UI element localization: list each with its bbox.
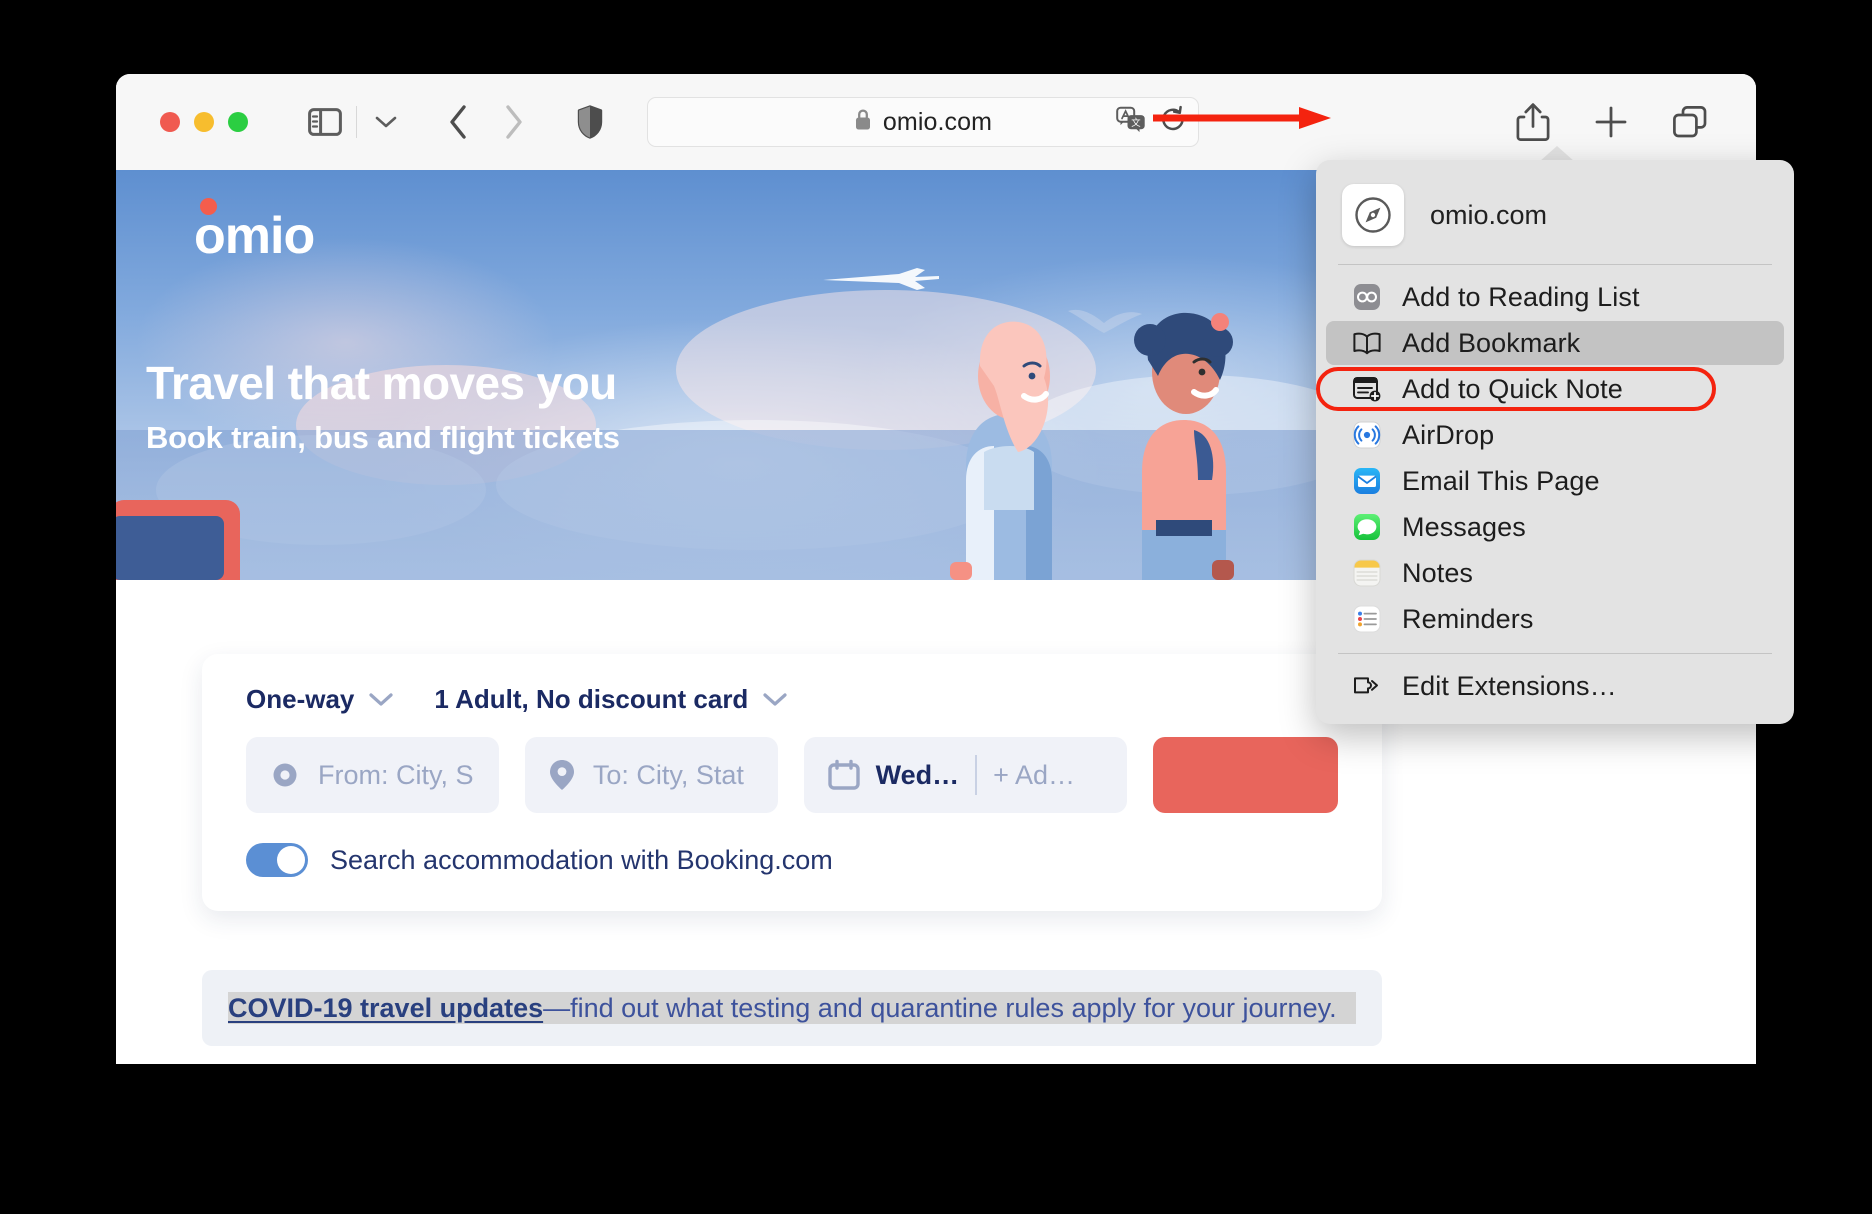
share-menu-separator-bottom [1338, 653, 1772, 654]
quick-note-icon [1352, 374, 1382, 404]
reading-glasses-icon [1352, 282, 1382, 312]
calendar-icon [827, 759, 860, 790]
covid-banner: COVID-19 travel updates—find out what te… [202, 970, 1382, 1047]
hero-copy: Travel that moves you Book train, bus an… [146, 357, 620, 456]
minimize-button[interactable] [194, 112, 214, 132]
accommodation-toggle[interactable] [246, 843, 308, 877]
accommodation-row: Search accommodation with Booking.com [246, 843, 1338, 877]
close-button[interactable] [160, 112, 180, 132]
share-menu-item-label: Reminders [1402, 603, 1534, 634]
safari-compass-icon [1342, 184, 1404, 246]
hero-headline: Travel that moves you [146, 357, 617, 409]
share-menu-item-edit-extensions[interactable]: Edit Extensions… [1326, 664, 1784, 708]
from-field[interactable]: From: City, S [246, 737, 499, 813]
extension-puzzle-icon [1352, 671, 1382, 701]
reload-icon[interactable] [1160, 105, 1186, 139]
toolbar-divider [356, 106, 357, 138]
covid-updates-link[interactable]: COVID-19 travel updates [228, 993, 543, 1023]
back-button[interactable] [447, 104, 469, 140]
search-fields-row: From: City, S To: City, Stat Wed… + Ad… [246, 737, 1339, 813]
share-menu-item-label: Add Bookmark [1402, 327, 1581, 358]
translate-icon[interactable]: 文 [1116, 106, 1146, 138]
logo-text: omio [194, 207, 315, 265]
share-menu-list: Add to Reading List Add Bookmark Add to … [1316, 265, 1794, 641]
traveler-illustration-left [950, 321, 1052, 580]
tab-overview-icon[interactable] [1672, 105, 1708, 139]
search-options-row: One-way 1 Adult, No discount card [246, 684, 1338, 715]
share-menu-item-label: Add to Quick Note [1402, 373, 1623, 404]
chevron-down-icon [763, 693, 787, 706]
share-menu-item-label: Messages [1402, 511, 1526, 542]
search-button[interactable] [1152, 737, 1339, 813]
browser-toolbar: omio.com 文 [116, 74, 1756, 170]
address-bar[interactable]: omio.com 文 [647, 97, 1199, 147]
covid-banner-rest: —find out what testing and quarantine ru… [543, 993, 1337, 1023]
address-bar-content: omio.com [854, 108, 992, 137]
covid-banner-text: COVID-19 travel updates—find out what te… [228, 992, 1356, 1025]
departure-date-value: Wed… [875, 759, 960, 790]
traveler-illustration-right [1134, 312, 1234, 580]
omio-logo[interactable]: omio [194, 198, 315, 265]
passengers-select[interactable]: 1 Adult, No discount card [434, 684, 788, 715]
bus-illustration [116, 500, 240, 580]
share-menu-item-airdrop[interactable]: AirDrop [1326, 413, 1784, 457]
notes-icon [1352, 558, 1382, 588]
destination-pin-icon [549, 760, 574, 790]
zoom-button[interactable] [228, 112, 248, 132]
to-field[interactable]: To: City, Stat [524, 737, 778, 813]
share-menu-item-email-this-page[interactable]: Email This Page [1326, 459, 1784, 503]
date-divider [975, 755, 978, 795]
chevron-down-icon[interactable] [365, 115, 407, 129]
from-placeholder: From: City, S [318, 759, 474, 790]
forward-button[interactable] [503, 104, 525, 140]
share-menu-item-notes[interactable]: Notes [1326, 551, 1784, 595]
bus-window [116, 516, 224, 580]
share-menu-host: omio.com [1430, 199, 1548, 230]
add-return-label: + Ad… [993, 759, 1075, 790]
address-bar-actions: 文 [1116, 105, 1186, 139]
origin-circle-icon [273, 763, 297, 787]
toggle-knob [277, 846, 305, 874]
sidebar-icon[interactable] [308, 108, 342, 136]
share-menu-item-add-to-quick-note[interactable]: Add to Quick Note [1326, 367, 1784, 411]
lock-icon [854, 108, 872, 136]
toolbar-right-actions [1516, 102, 1730, 142]
share-menu-item-reminders[interactable]: Reminders [1326, 597, 1784, 641]
reminders-icon [1352, 604, 1382, 634]
date-field[interactable]: Wed… + Ad… [803, 737, 1127, 813]
share-menu-header: omio.com [1316, 178, 1794, 264]
plus-icon[interactable] [1594, 105, 1628, 139]
accommodation-label: Search accommodation with Booking.com [330, 844, 833, 875]
trip-type-select[interactable]: One-way [246, 684, 394, 715]
address-url: omio.com [882, 107, 993, 136]
hero-subheadline: Book train, bus and flight tickets [146, 419, 620, 455]
share-icon[interactable] [1516, 102, 1550, 142]
window-controls [160, 112, 248, 132]
share-menu-item-add-bookmark[interactable]: Add Bookmark [1326, 321, 1784, 365]
open-book-icon [1352, 328, 1382, 358]
share-menu-item-label: Add to Reading List [1402, 281, 1640, 312]
mail-icon [1352, 466, 1382, 496]
to-placeholder: To: City, Stat [592, 759, 744, 790]
chevron-down-icon [369, 693, 393, 706]
passengers-label: 1 Adult, No discount card [434, 684, 749, 714]
airdrop-icon [1352, 420, 1382, 450]
share-menu-item-add-to-reading-list[interactable]: Add to Reading List [1326, 275, 1784, 319]
logo-dot-icon [200, 198, 217, 215]
messages-icon [1352, 512, 1382, 542]
share-menu: omio.com Add to Reading List Add Bookmar… [1316, 160, 1794, 724]
search-card: One-way 1 Adult, No discount card From: … [202, 654, 1382, 911]
share-menu-item-label: Email This Page [1402, 465, 1600, 496]
svg-text:文: 文 [1131, 117, 1141, 128]
share-menu-item-label: Notes [1402, 557, 1474, 588]
trip-type-label: One-way [246, 684, 355, 714]
screenshot-root: omio.com 文 omio Travel that moves you Bo… [0, 0, 1872, 1214]
share-menu-item-label: Edit Extensions… [1402, 670, 1617, 701]
share-menu-item-messages[interactable]: Messages [1326, 505, 1784, 549]
privacy-shield-icon[interactable] [577, 105, 603, 139]
share-menu-item-label: AirDrop [1402, 419, 1495, 450]
